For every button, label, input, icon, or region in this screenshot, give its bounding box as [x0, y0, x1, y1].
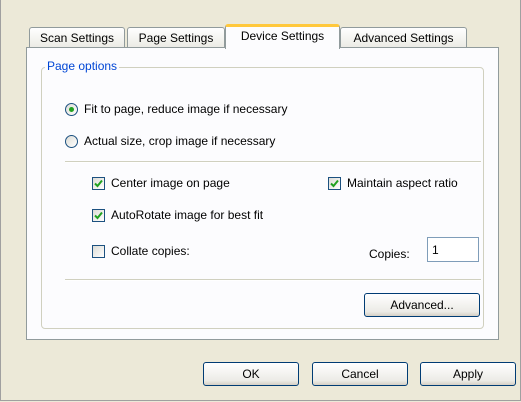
copies-label: Copies: [369, 247, 410, 261]
apply-button[interactable]: Apply [420, 362, 516, 386]
actual-size-radio[interactable] [65, 134, 78, 148]
autorotate-label: AutoRotate image for best fit [111, 208, 264, 222]
ok-button[interactable]: OK [203, 362, 299, 386]
ok-button-label: OK [242, 367, 260, 381]
check-icon [94, 211, 103, 219]
tab-advanced-settings[interactable]: Advanced Settings [340, 27, 467, 47]
tab-label: Device Settings [240, 29, 325, 43]
maintain-aspect-checkbox[interactable] [328, 176, 341, 190]
tab-label: Scan Settings [39, 31, 115, 45]
tab-page-settings[interactable]: Page Settings [127, 27, 225, 47]
separator [65, 161, 481, 163]
collate-option[interactable]: Collate copies: [92, 244, 190, 258]
collate-checkbox[interactable] [92, 244, 105, 258]
center-image-option[interactable]: Center image on page [92, 176, 230, 190]
collate-label: Collate copies: [111, 244, 190, 258]
apply-button-label: Apply [452, 367, 484, 381]
fit-to-page-radio[interactable] [65, 102, 78, 116]
cancel-button-label: Cancel [341, 367, 379, 381]
group-title: Page options [45, 59, 120, 73]
actual-size-option[interactable]: Actual size, crop image if necessary [65, 134, 275, 148]
cancel-button[interactable]: Cancel [312, 362, 408, 386]
tab-scan-settings[interactable]: Scan Settings [29, 27, 125, 47]
maintain-aspect-label: Maintain aspect ratio [347, 176, 458, 190]
fit-to-page-label: Fit to page, reduce image if necessary [84, 102, 288, 116]
tab-device-settings[interactable]: Device Settings [225, 24, 340, 49]
check-icon [330, 179, 339, 187]
maintain-aspect-option[interactable]: Maintain aspect ratio [328, 176, 458, 190]
copies-input[interactable] [427, 237, 479, 262]
advanced-button[interactable]: Advanced... [364, 293, 480, 317]
center-image-label: Center image on page [111, 176, 230, 190]
center-image-checkbox[interactable] [92, 176, 105, 190]
tab-label: Page Settings [138, 31, 214, 45]
fit-to-page-option[interactable]: Fit to page, reduce image if necessary [65, 102, 287, 116]
device-settings-panel: Page options Fit to page, reduce image i… [26, 47, 499, 340]
autorotate-option[interactable]: AutoRotate image for best fit [92, 208, 263, 222]
advanced-button-label: Advanced... [390, 298, 454, 312]
actual-size-label: Actual size, crop image if necessary [84, 134, 276, 148]
tab-label: Advanced Settings [353, 31, 454, 45]
autorotate-checkbox[interactable] [92, 208, 105, 222]
check-icon [94, 179, 103, 187]
separator [65, 279, 481, 281]
